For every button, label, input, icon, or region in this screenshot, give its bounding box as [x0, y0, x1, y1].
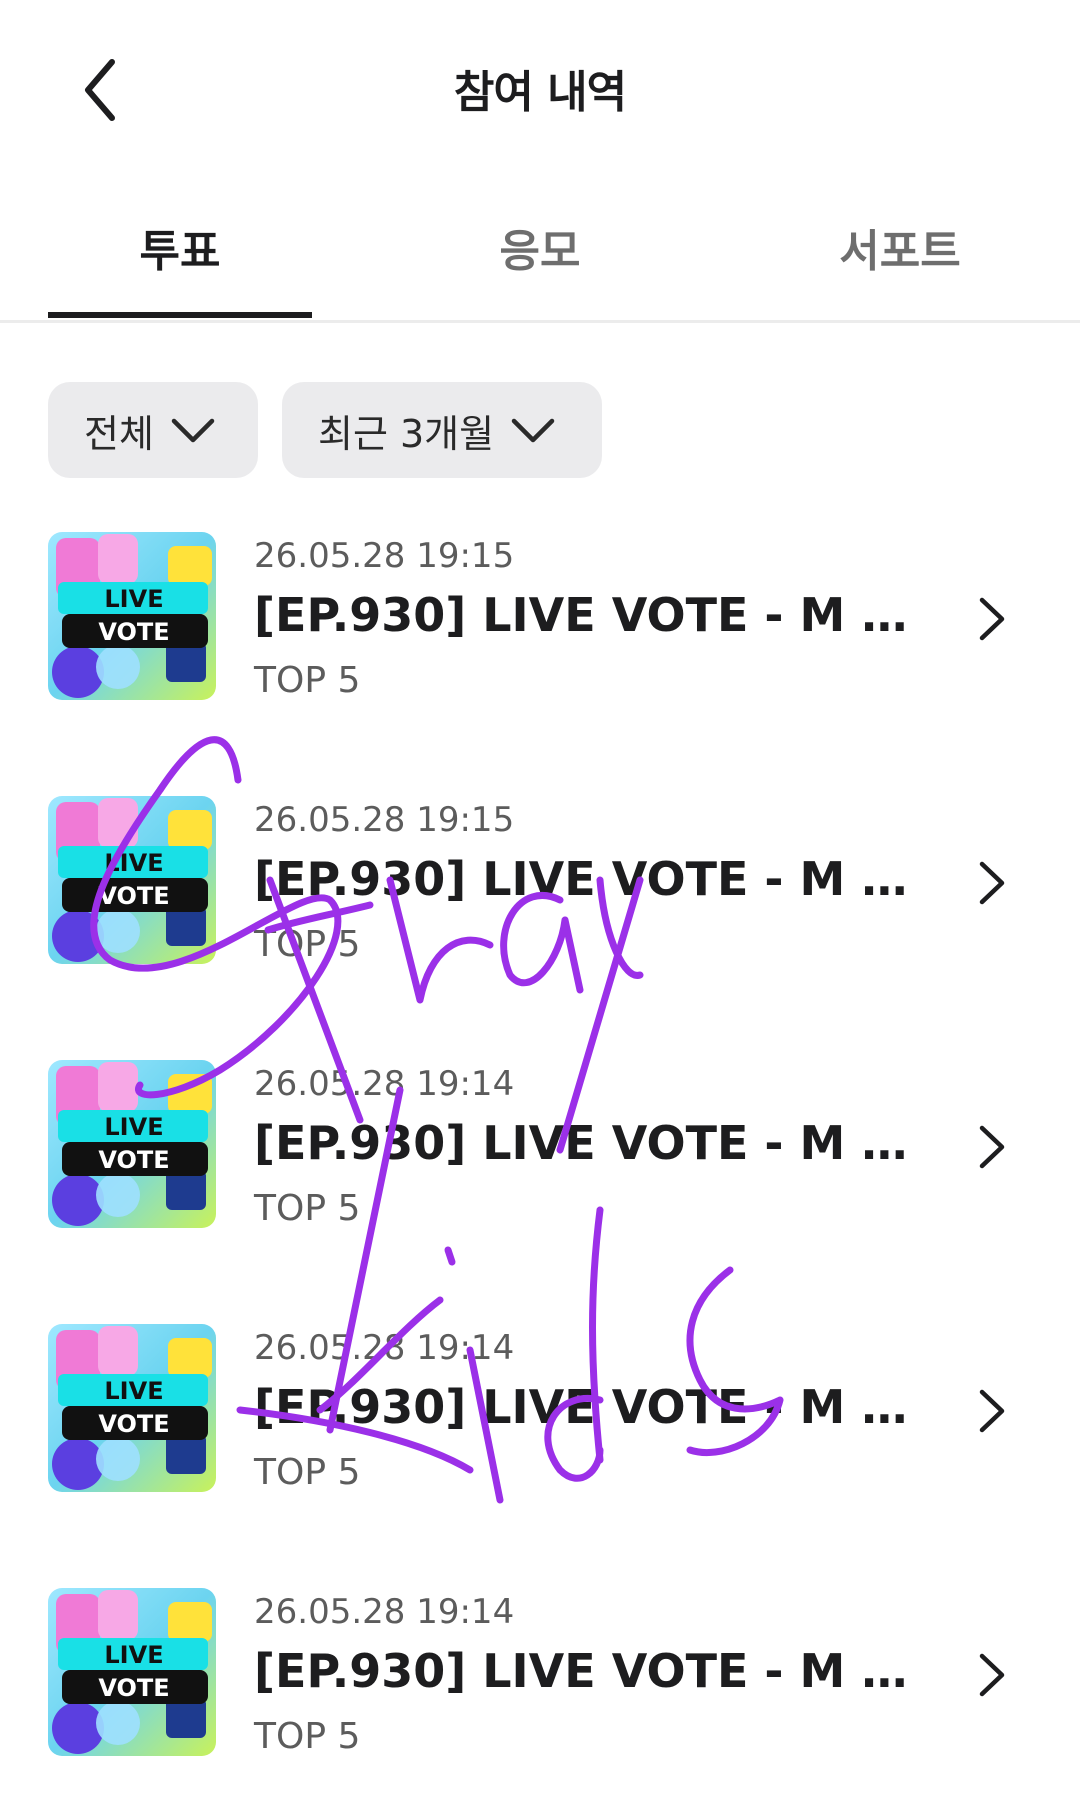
chevron-down-icon [171, 418, 215, 443]
thumb-vote-text: VOTE [98, 1674, 169, 1702]
tab-bar: 투표 응모 서포트 [0, 195, 1080, 323]
item-date: 26.05.28 19:15 [254, 800, 515, 840]
list-item[interactable]: LIVE VOTE 26.05.28 19:15 [EP.930] LIVE V… [0, 532, 1080, 712]
chevron-right-icon [979, 1125, 1005, 1169]
thumb-live-text: LIVE [104, 1113, 163, 1141]
thumb-live-text: LIVE [104, 849, 163, 877]
item-subtitle: TOP 5 [254, 924, 361, 965]
item-title: [EP.930] LIVE VOTE - M COUNTDOWN [254, 1116, 914, 1170]
list-item[interactable]: LIVE VOTE 26.05.28 19:14 [EP.930] LIVE V… [0, 1060, 1080, 1240]
thumb-live-text: LIVE [104, 1377, 163, 1405]
item-title: [EP.930] LIVE VOTE - M COUNTDOWN [254, 1644, 914, 1698]
chevron-right-icon [979, 1389, 1005, 1433]
app-header: 참여 내역 [0, 0, 1080, 170]
category-filter-label: 전체 [84, 411, 154, 456]
chevron-right-icon [979, 1653, 1005, 1697]
thumb-vote-text: VOTE [98, 618, 169, 646]
vote-thumbnail: LIVE VOTE [48, 1588, 216, 1756]
period-filter-label: 최근 3개월 [318, 411, 495, 456]
chevron-right-icon [979, 861, 1005, 905]
list-item[interactable]: LIVE VOTE 26.05.28 19:15 [EP.930] LIVE V… [0, 796, 1080, 976]
vote-thumbnail: LIVE VOTE [48, 1060, 216, 1228]
category-filter-dropdown[interactable]: 전체 [48, 382, 258, 478]
thumb-vote-text: VOTE [98, 1410, 169, 1438]
period-filter-dropdown[interactable]: 최근 3개월 [282, 382, 602, 478]
vote-thumbnail: LIVE VOTE [48, 532, 216, 700]
item-date: 26.05.28 19:15 [254, 536, 515, 576]
active-tab-indicator [48, 312, 312, 318]
vote-thumbnail: LIVE VOTE [48, 1324, 216, 1492]
item-title: [EP.930] LIVE VOTE - M COUNTDOWN [254, 588, 914, 642]
item-subtitle: TOP 5 [254, 1188, 361, 1229]
item-title: [EP.930] LIVE VOTE - M COUNTDOWN [254, 1380, 914, 1434]
item-date: 26.05.28 19:14 [254, 1064, 515, 1104]
item-subtitle: TOP 5 [254, 660, 361, 701]
page-title: 참여 내역 [453, 67, 627, 118]
item-subtitle: TOP 5 [254, 1716, 361, 1757]
tab-entry[interactable]: 응모 [360, 215, 720, 279]
list-item[interactable]: LIVE VOTE 26.05.28 19:14 [EP.930] LIVE V… [0, 1588, 1080, 1768]
chevron-down-icon [511, 418, 555, 443]
vote-thumbnail: LIVE VOTE [48, 796, 216, 964]
thumb-live-text: LIVE [104, 585, 163, 613]
tab-vote[interactable]: 투표 [0, 215, 360, 279]
item-title: [EP.930] LIVE VOTE - M COUNTDOWN [254, 852, 914, 906]
tab-support[interactable]: 서포트 [720, 215, 1080, 279]
item-subtitle: TOP 5 [254, 1452, 361, 1493]
thumb-vote-text: VOTE [98, 882, 169, 910]
item-date: 26.05.28 19:14 [254, 1592, 515, 1632]
thumb-vote-text: VOTE [98, 1146, 169, 1174]
list-item[interactable]: LIVE VOTE 26.05.28 19:14 [EP.930] LIVE V… [0, 1324, 1080, 1504]
item-date: 26.05.28 19:14 [254, 1328, 515, 1368]
thumb-live-text: LIVE [104, 1641, 163, 1669]
chevron-right-icon [979, 597, 1005, 641]
